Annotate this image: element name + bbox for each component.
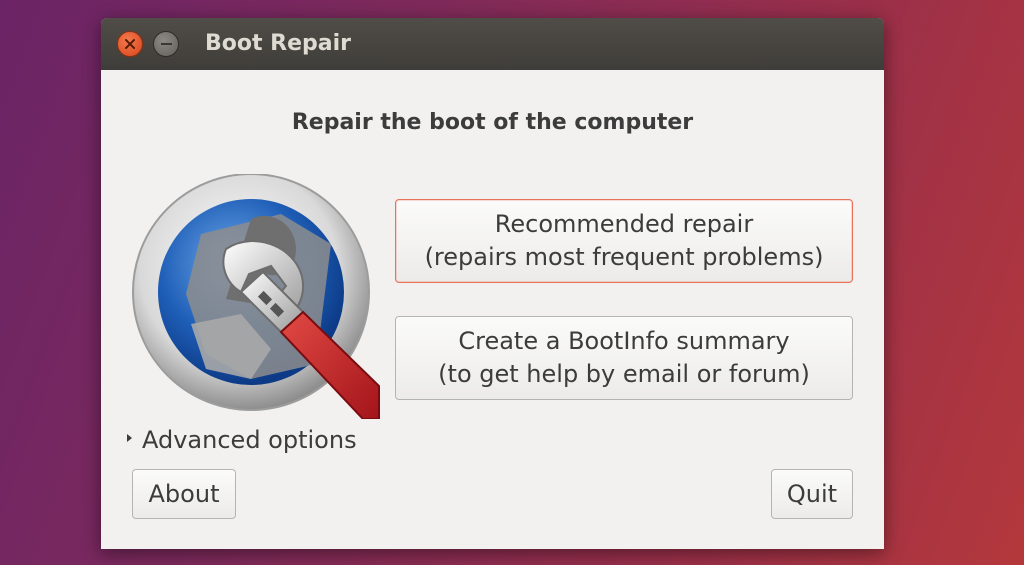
bootinfo-summary-sublabel: (to get help by email or forum) — [438, 360, 810, 388]
recommended-repair-label: Recommended repair — [494, 210, 754, 238]
titlebar[interactable]: Boot Repair — [101, 18, 884, 70]
close-button[interactable] — [117, 31, 143, 57]
boot-repair-logo-icon — [132, 174, 380, 419]
bootinfo-summary-button[interactable]: Create a BootInfo summary (to get help b… — [395, 316, 853, 400]
page-heading: Repair the boot of the computer — [291, 110, 694, 135]
advanced-options-label: Advanced options — [142, 426, 357, 454]
advanced-options-expander[interactable]: Advanced options — [127, 426, 357, 454]
about-button[interactable]: About — [132, 469, 236, 519]
quit-button[interactable]: Quit — [771, 469, 853, 519]
window-title: Boot Repair — [205, 31, 352, 56]
minimize-button[interactable] — [153, 31, 179, 57]
close-icon — [125, 39, 135, 49]
bootinfo-summary-label: Create a BootInfo summary — [458, 327, 790, 355]
minimize-icon — [161, 43, 172, 45]
recommended-repair-button[interactable]: Recommended repair (repairs most frequen… — [395, 199, 853, 283]
boot-repair-window: Boot Repair Repair the boot of the compu… — [101, 18, 884, 549]
expander-arrow-icon — [127, 434, 132, 442]
recommended-repair-sublabel: (repairs most frequent problems) — [424, 243, 824, 271]
